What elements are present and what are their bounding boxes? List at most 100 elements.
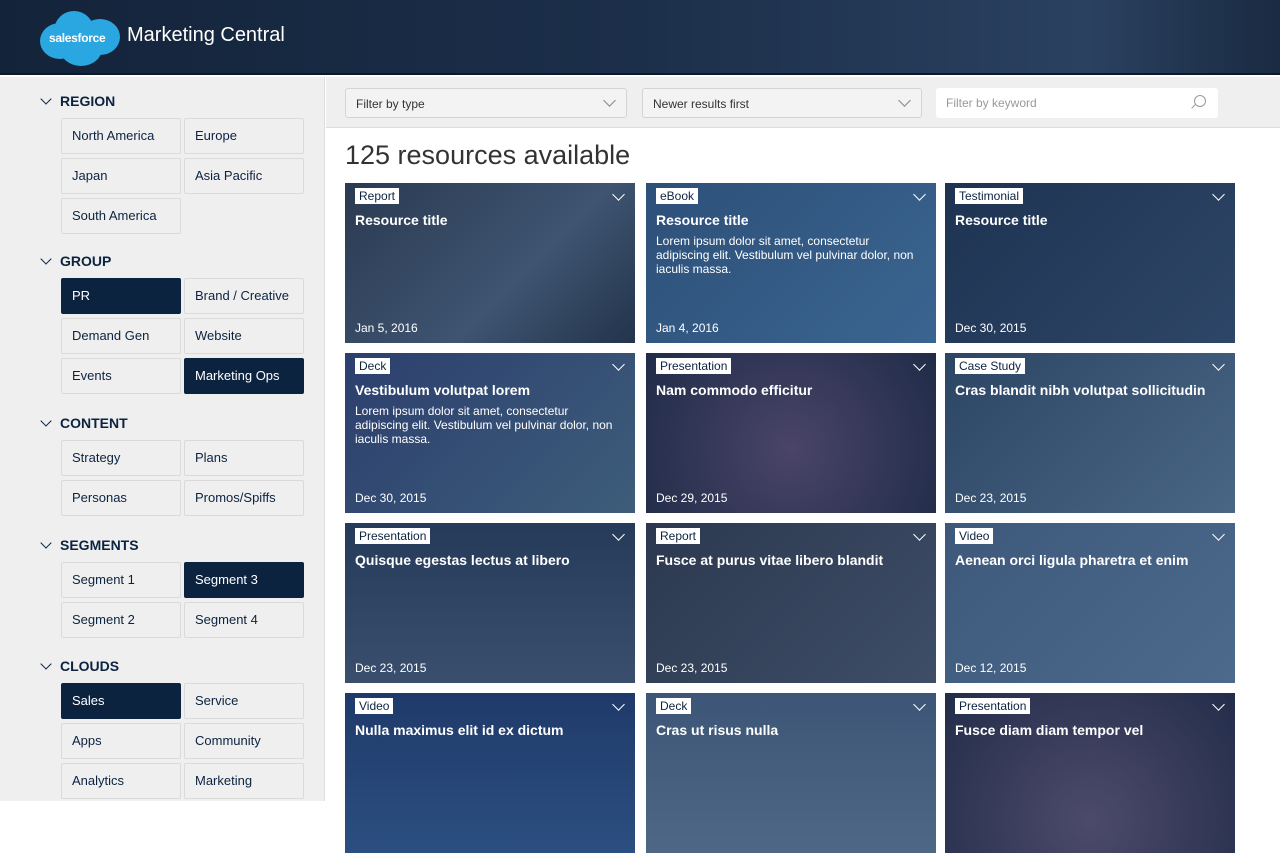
type-filter-value: Filter by type <box>356 97 425 111</box>
chevron-down-icon[interactable] <box>612 528 625 541</box>
chevron-down-icon[interactable] <box>1212 358 1225 371</box>
filter-segment-1[interactable]: Segment 1 <box>61 562 181 598</box>
filter-demand-gen[interactable]: Demand Gen <box>61 318 181 354</box>
filter-community[interactable]: Community <box>184 723 304 759</box>
section-header-region[interactable]: REGION <box>40 93 115 109</box>
resource-card[interactable]: Case Study Cras blandit nibh volutpat sol… <box>945 353 1235 513</box>
resource-date: Dec 23, 2015 <box>955 491 1027 505</box>
chevron-down-icon[interactable] <box>913 358 926 371</box>
sort-select[interactable]: Newer results first <box>642 88 922 118</box>
resource-type-badge: eBook <box>656 188 699 204</box>
filter-marketing-ops[interactable]: Marketing Ops <box>184 358 304 394</box>
filter-analytics[interactable]: Analytics <box>61 763 181 799</box>
filter-south-america[interactable]: South America <box>61 198 181 234</box>
chevron-down-icon[interactable] <box>612 188 625 201</box>
resource-type-badge: Case Study <box>955 358 1026 374</box>
filter-service[interactable]: Service <box>184 683 304 719</box>
chevron-down-icon <box>603 94 616 107</box>
section-title: CONTENT <box>60 415 128 431</box>
chevron-down-icon[interactable] <box>913 188 926 201</box>
resource-card[interactable]: Report Resource title Jan 5, 2016 <box>345 183 635 343</box>
chevron-down-icon[interactable] <box>612 358 625 371</box>
filter-europe[interactable]: Europe <box>184 118 304 154</box>
salesforce-logo[interactable]: salesforce <box>40 11 120 66</box>
resource-type-badge: Report <box>656 528 701 544</box>
chevron-down-icon <box>898 94 911 107</box>
chevron-down-icon[interactable] <box>1212 528 1225 541</box>
resource-date: Dec 23, 2015 <box>656 661 728 675</box>
filter-pr[interactable]: PR <box>61 278 181 314</box>
resource-title: Fusce at purus vitae libero blandit <box>656 552 884 568</box>
resource-title: Fusce diam diam tempor vel <box>955 722 1144 738</box>
chevron-down-icon <box>40 415 52 427</box>
search-icon[interactable] <box>1194 95 1206 107</box>
section-title: GROUP <box>60 253 112 269</box>
filter-sidebar: REGION North America Europe Japan Asia Pacif… <box>0 77 325 801</box>
resource-card[interactable]: Deck Cras ut risus nulla <box>646 693 936 853</box>
results-count: 125 resources available <box>345 140 631 170</box>
resource-card[interactable]: Presentation Nam commodo efficitur Dec 29,… <box>646 353 936 513</box>
filter-brand-creative[interactable]: Brand / Creative <box>184 278 304 314</box>
resource-description: Lorem ipsum dolor sit amet, consectetur … <box>656 234 914 276</box>
filter-asia-pacific[interactable]: Asia Pacific <box>184 158 304 194</box>
filter-segment-3[interactable]: Segment 3 <box>184 562 304 598</box>
resource-title: Resource title <box>355 212 448 228</box>
filter-segment-4[interactable]: Segment 4 <box>184 602 304 638</box>
chevron-down-icon[interactable] <box>913 698 926 711</box>
resource-title: Nulla maximus elit id ex dictum <box>355 722 564 738</box>
resource-date: Dec 29, 2015 <box>656 491 728 505</box>
filter-marketing[interactable]: Marketing <box>184 763 304 799</box>
resource-type-badge: Presentation <box>955 698 1031 714</box>
resource-card[interactable]: Video Aenean orci ligula pharetra et enim… <box>945 523 1235 683</box>
resource-date: Jan 4, 2016 <box>656 321 719 335</box>
filter-apps[interactable]: Apps <box>61 723 181 759</box>
resource-type-badge: Testimonial <box>955 188 1024 204</box>
keyword-search-input[interactable]: Filter by keyword <box>936 88 1218 118</box>
filter-japan[interactable]: Japan <box>61 158 181 194</box>
filter-sales[interactable]: Sales <box>61 683 181 719</box>
section-title: REGION <box>60 93 116 109</box>
section-title: SEGMENTS <box>60 537 139 553</box>
chevron-down-icon[interactable] <box>612 698 625 711</box>
resource-type-badge: Video <box>355 698 394 714</box>
resource-card[interactable]: eBook Resource title Lorem ipsum dolor sit… <box>646 183 936 343</box>
app-title: Marketing Central <box>127 24 285 46</box>
resource-date: Dec 30, 2015 <box>355 491 427 505</box>
chevron-down-icon <box>40 537 52 549</box>
app-header: salesforce Marketing Central <box>0 0 1280 75</box>
section-header-segments[interactable]: SEGMENTS <box>40 537 139 553</box>
filter-north-america[interactable]: North America <box>61 118 181 154</box>
filter-website[interactable]: Website <box>184 318 304 354</box>
chevron-down-icon[interactable] <box>1212 698 1225 711</box>
resource-card[interactable]: Deck Vestibulum volutpat lorem Lorem ipsum… <box>345 353 635 513</box>
resource-type-badge: Presentation <box>656 358 732 374</box>
resource-card[interactable]: Report Fusce at purus vitae libero blandi… <box>646 523 936 683</box>
resource-date: Dec 12, 2015 <box>955 661 1027 675</box>
toolbar: Filter by type Newer results first Filte… <box>326 77 1280 128</box>
filter-events[interactable]: Events <box>61 358 181 394</box>
filter-segment-2[interactable]: Segment 2 <box>61 602 181 638</box>
resource-title: Resource title <box>656 212 749 228</box>
chevron-down-icon <box>40 93 52 105</box>
filter-personas[interactable]: Personas <box>61 480 181 516</box>
filter-promos-spiffs[interactable]: Promos/Spiffs <box>184 480 304 516</box>
filter-plans[interactable]: Plans <box>184 440 304 476</box>
type-filter-select[interactable]: Filter by type <box>345 88 627 118</box>
search-placeholder: Filter by keyword <box>946 96 1037 110</box>
section-header-content[interactable]: CONTENT <box>40 415 128 431</box>
filter-strategy[interactable]: Strategy <box>61 440 181 476</box>
resource-card[interactable]: Presentation Quisque egestas lectus at li… <box>345 523 635 683</box>
chevron-down-icon[interactable] <box>913 528 926 541</box>
sort-value: Newer results first <box>653 97 750 111</box>
resource-card[interactable]: Video Nulla maximus elit id ex dictum <box>345 693 635 853</box>
section-header-group[interactable]: GROUP <box>40 253 111 269</box>
resource-card[interactable]: Testimonial Resource title Dec 30, 2015 <box>945 183 1235 343</box>
resource-card[interactable]: Presentation Fusce diam diam tempor vel <box>945 693 1235 853</box>
resource-title: Vestibulum volutpat lorem <box>355 382 531 398</box>
section-header-clouds[interactable]: CLOUDS <box>40 658 119 674</box>
resource-title: Cras blandit nibh volutpat sollicitudin <box>955 382 1206 398</box>
chevron-down-icon <box>40 253 52 265</box>
section-title: CLOUDS <box>60 658 120 674</box>
chevron-down-icon[interactable] <box>1212 188 1225 201</box>
resource-title: Aenean orci ligula pharetra et enim <box>955 552 1189 568</box>
